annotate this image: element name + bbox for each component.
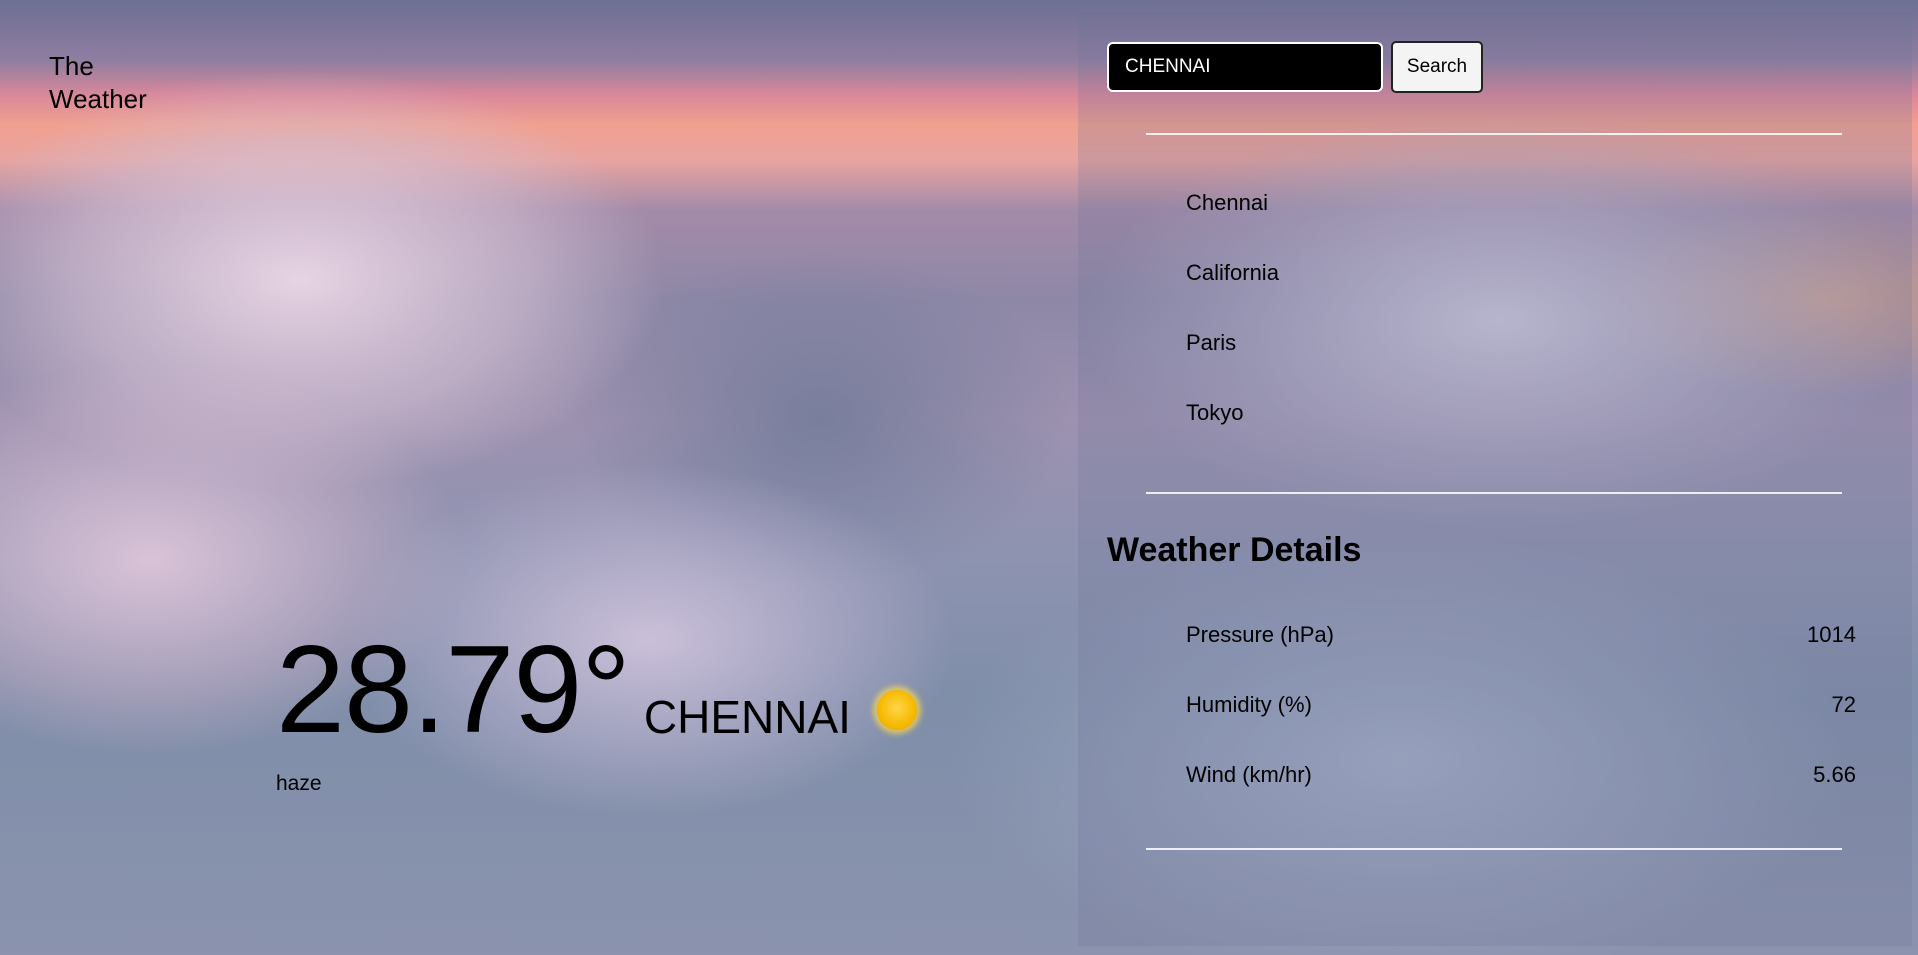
humidity-value: 72 [1831,692,1856,717]
city-name: CHENNAI [643,691,851,743]
divider-middle [1146,492,1842,494]
detail-row-wind: Wind (km/hr) 5.66 [1186,760,1856,830]
location-item-tokyo[interactable]: Tokyo [1186,398,1279,468]
temperature: 28.79° [276,621,631,759]
current-weather: 28.79° CHENNAI haze [276,628,917,796]
location-item-chennai[interactable]: Chennai [1186,188,1279,258]
location-item-california[interactable]: California [1186,258,1279,328]
pressure-label: Pressure (hPa) [1186,622,1334,647]
side-panel: Search Chennai California Paris Tokyo We… [1078,12,1912,946]
weather-condition: haze [276,772,322,795]
search-bar: Search [1107,41,1483,93]
detail-row-humidity: Humidity (%) 72 [1186,690,1856,760]
search-button[interactable]: Search [1391,41,1483,93]
weather-details: Pressure (hPa) 1014 Humidity (%) 72 Wind… [1186,620,1856,830]
location-item-paris[interactable]: Paris [1186,328,1279,398]
wind-value: 5.66 [1813,762,1856,787]
logo-line-1: The [49,51,94,81]
pressure-value: 1014 [1807,622,1856,647]
sun-icon [876,690,917,730]
divider-top [1146,133,1842,135]
app-logo: The Weather [49,50,147,116]
divider-bottom [1146,848,1842,850]
detail-row-pressure: Pressure (hPa) 1014 [1186,620,1856,690]
location-list: Chennai California Paris Tokyo [1186,188,1279,468]
wind-label: Wind (km/hr) [1186,762,1312,787]
humidity-label: Humidity (%) [1186,692,1312,717]
logo-line-2: Weather [49,84,147,114]
search-input[interactable] [1107,42,1383,92]
details-title: Weather Details [1107,531,1362,569]
